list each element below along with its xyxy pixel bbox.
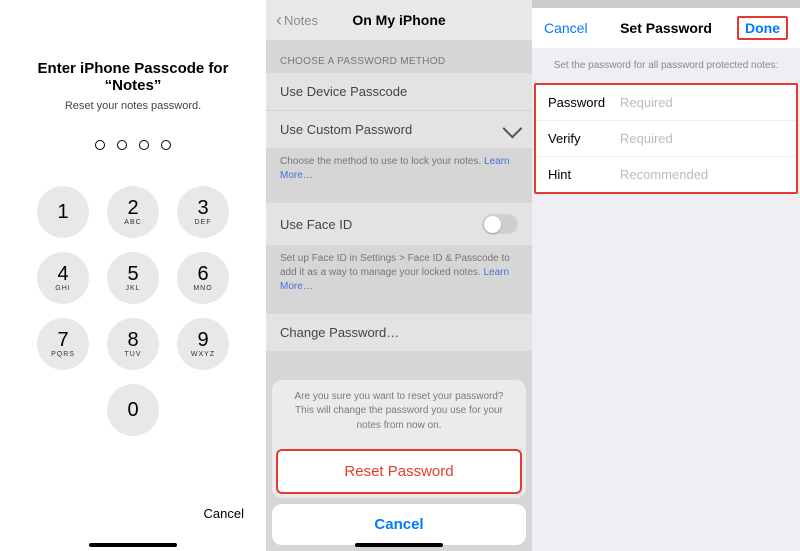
action-sheet: Are you sure you want to reset your pass… [266,374,532,551]
nav-bar: Cancel Set Password Done [532,8,800,48]
key-letters: GHI [55,285,70,292]
passcode-dot [117,140,127,150]
key-number: 9 [197,330,208,350]
checkmark-icon [503,118,523,138]
key-number: 5 [127,264,138,284]
passcode-screen: Enter iPhone Passcode for “Notes” Reset … [0,0,266,551]
passcode-title: Enter iPhone Passcode for “Notes” [0,60,266,94]
set-password-subtitle: Set the password for all password protec… [532,48,800,83]
key-number: 1 [57,202,68,222]
field-label: Verify [548,131,620,146]
key-letters: DEF [195,219,212,226]
key-letters: JKL [125,285,140,292]
faceid-footer: Set up Face ID in Settings > Face ID & P… [266,245,532,306]
keypad-key-5[interactable]: 5JKL [107,252,159,304]
sheet-grabber-area [532,0,800,8]
cancel-button[interactable]: Cancel [544,20,588,36]
field-placeholder[interactable]: Required [620,95,784,110]
done-button[interactable]: Done [737,16,788,40]
keypad-key-3[interactable]: 3DEF [177,186,229,238]
faceid-group: Use Face ID [266,203,532,245]
cell-label: Use Face ID [280,217,352,232]
keypad-key-9[interactable]: 9WXYZ [177,318,229,370]
use-face-id-cell[interactable]: Use Face ID [266,203,532,245]
field-placeholder[interactable]: Required [620,131,784,146]
passcode-dot [139,140,149,150]
cell-label: Use Custom Password [280,122,412,137]
key-letters: TUV [125,351,142,358]
keypad-key-6[interactable]: 6MNO [177,252,229,304]
back-button[interactable]: ‹ Notes [276,11,318,29]
key-number: 2 [127,198,138,218]
chevron-left-icon: ‹ [276,11,282,29]
keypad-key-8[interactable]: 8TUV [107,318,159,370]
passcode-subtitle: Reset your notes password. [0,100,266,112]
action-sheet-box: Are you sure you want to reset your pass… [272,380,526,499]
form-row-hint[interactable]: HintRecommended [536,157,796,192]
set-password-screen: Cancel Set Password Done Set the passwor… [532,0,800,551]
cell-label: Change Password… [280,325,399,340]
use-custom-password-cell[interactable]: Use Custom Password [266,111,532,148]
use-device-passcode-cell[interactable]: Use Device Passcode [266,73,532,111]
keypad-key-2[interactable]: 2ABC [107,186,159,238]
toggle-switch[interactable] [482,214,518,234]
key-number: 7 [57,330,68,350]
reset-password-button[interactable]: Reset Password [276,449,522,494]
field-label: Password [548,95,620,110]
keypad-key-4[interactable]: 4GHI [37,252,89,304]
section-header: CHOOSE A PASSWORD METHOD [266,40,532,73]
key-number: 4 [57,264,68,284]
passcode-dot [161,140,171,150]
key-letters: PQRS [51,351,75,358]
key-number: 6 [197,264,208,284]
keypad-key-1[interactable]: 1 [37,186,89,238]
settings-screen: ‹ Notes On My iPhone CHOOSE A PASSWORD M… [266,0,532,551]
keypad: 1 2ABC 3DEF 4GHI 5JKL 6MNO 7PQRS 8TUV 9WXYZ 0 [0,186,266,436]
password-form: PasswordRequiredVerifyRequiredHintRecomm… [534,83,798,194]
action-sheet-message: Are you sure you want to reset your pass… [272,380,526,446]
key-letters: MNO [193,285,212,292]
nav-bar: ‹ Notes On My iPhone [266,0,532,40]
field-placeholder[interactable]: Recommended [620,167,784,182]
keypad-key-0[interactable]: 0 [107,384,159,436]
password-method-group: Use Device Passcode Use Custom Password [266,73,532,148]
keypad-key-7[interactable]: 7PQRS [37,318,89,370]
cell-label: Use Device Passcode [280,84,407,99]
passcode-dot [95,140,105,150]
key-number: 0 [127,400,138,420]
home-indicator[interactable] [89,543,177,547]
settings-body: CHOOSE A PASSWORD METHOD Use Device Pass… [266,40,532,351]
change-password-cell[interactable]: Change Password… [266,314,532,351]
key-letters: WXYZ [191,351,215,358]
passcode-dots [0,140,266,150]
cancel-button[interactable]: Cancel [272,504,526,545]
key-number: 3 [197,198,208,218]
field-label: Hint [548,167,620,182]
key-letters: ABC [124,219,141,226]
form-row-password[interactable]: PasswordRequired [536,85,796,121]
form-row-verify[interactable]: VerifyRequired [536,121,796,157]
change-password-group: Change Password… [266,314,532,351]
back-label: Notes [284,13,318,28]
method-footer: Choose the method to use to lock your no… [266,148,532,195]
cancel-button[interactable]: Cancel [204,506,244,521]
home-indicator[interactable] [355,543,443,547]
key-number: 8 [127,330,138,350]
